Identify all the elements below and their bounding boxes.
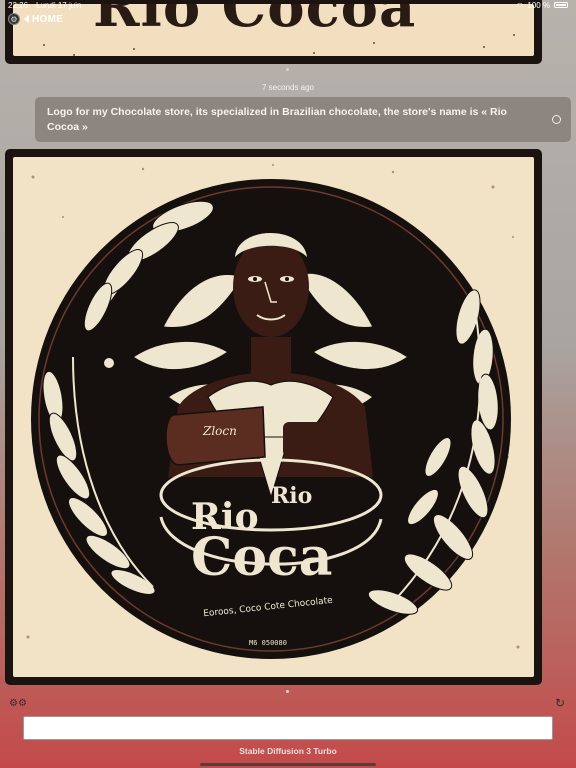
back-arrow-icon [24, 15, 29, 23]
status-time: 22:26 [8, 0, 29, 10]
refresh-icon[interactable]: ↻ [553, 696, 567, 710]
prompt-text: Logo for my Chocolate store, its special… [47, 106, 507, 133]
status-date: Lundi 17 juin [36, 0, 82, 10]
message-timestamp: 7 seconds ago [261, 83, 315, 92]
separator-dot [286, 68, 289, 71]
prompt-input[interactable] [23, 716, 553, 740]
logo-code: M6 050080 [249, 639, 287, 647]
home-label: HOME [32, 13, 64, 25]
copy-icon[interactable] [552, 115, 561, 124]
brand-line-3: Coca [191, 527, 332, 588]
settings-gear-icon[interactable]: ⚙⚙ [9, 697, 27, 709]
home-button[interactable]: HOME [24, 14, 63, 25]
battery-percent: 100 % [527, 0, 550, 10]
status-bar: 22:26 Lundi 17 juin ◠ 100 % [0, 0, 576, 10]
generated-image: Zlocn Rio Rio Coca Eoroos, Coco Cote Cho… [13, 157, 534, 677]
home-indicator [200, 763, 376, 766]
model-name[interactable]: Stable Diffusion 3 Turbo [0, 746, 576, 756]
top-nav: ⚙ HOME [8, 13, 63, 25]
separator-dot [286, 690, 289, 693]
status-indicators: ◠ 100 % [516, 1, 568, 10]
wrapper-label: Zlocn [202, 424, 237, 438]
generated-image-card[interactable]: Zlocn Rio Rio Coca Eoroos, Coco Cote Cho… [5, 149, 542, 685]
brand-line-1: Rio [271, 483, 312, 509]
prompt-bubble[interactable]: Logo for my Chocolate store, its special… [35, 97, 571, 142]
logo-illustration: Zlocn Rio Rio Coca Eoroos, Coco Cote Cho… [26, 164, 520, 659]
wifi-icon: ◠ [516, 0, 524, 10]
app-logo-icon[interactable]: ⚙ [8, 13, 20, 25]
previous-image: Rio Cocoa [13, 4, 534, 56]
battery-icon [554, 2, 568, 8]
